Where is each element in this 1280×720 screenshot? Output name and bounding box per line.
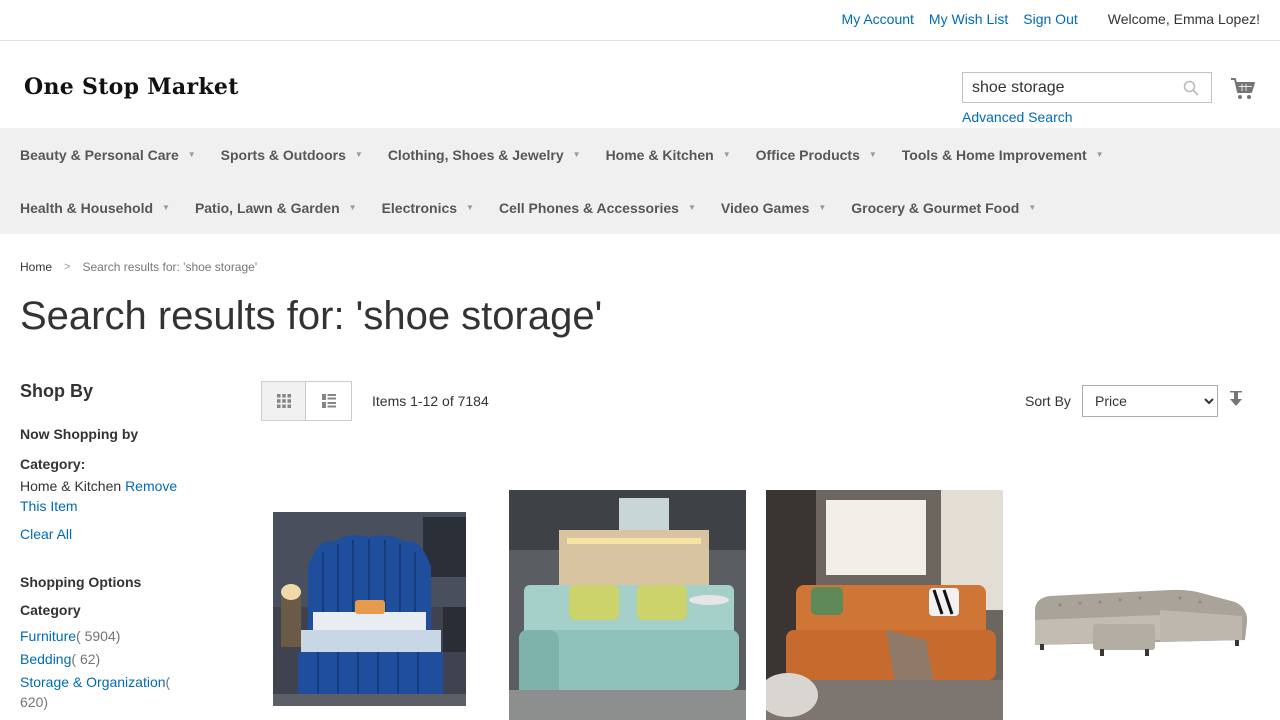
- active-filter: Home & Kitchen Remove This Item: [20, 476, 195, 516]
- nav-item-clothing[interactable]: Clothing, Shoes & Jewelry ▼: [388, 147, 581, 163]
- nav-item-label: Cell Phones & Accessories: [498, 199, 679, 216]
- caret-down-icon: ▼: [572, 150, 581, 159]
- chevron-right-icon: >: [64, 261, 71, 273]
- now-shopping-heading: Now Shopping by: [20, 426, 139, 442]
- caret-down-icon: ▼: [162, 203, 170, 212]
- items-count: Items 1-12 of 7184: [372, 393, 489, 409]
- page-title: Search results for: 'shoe storage': [20, 294, 603, 338]
- top-header-bar: My Account My Wish List Sign Out Welcome…: [0, 0, 1280, 41]
- product-image-orange-sofa[interactable]: [766, 490, 1003, 720]
- product-image-blue-bed[interactable]: [273, 512, 466, 706]
- category-storage-link[interactable]: Storage & Organization: [20, 674, 166, 690]
- sort-by-label: Sort By: [1025, 393, 1071, 409]
- nav-row-1: Beauty & Personal Care ▼ Sports & Outdoor…: [20, 128, 1280, 181]
- sign-out-link[interactable]: Sign Out: [1023, 11, 1077, 27]
- nav-item-patio[interactable]: Patio, Lawn & Garden ▼: [195, 200, 357, 216]
- orange-sofa-photo: [766, 490, 1003, 720]
- sort-by-select[interactable]: Price: [1082, 385, 1218, 417]
- breadcrumb-home-link[interactable]: Home: [20, 260, 52, 274]
- caret-down-icon: ▼: [868, 150, 877, 159]
- advanced-search-link[interactable]: Advanced Search: [962, 109, 1073, 125]
- nav-item-label: Health & Household: [20, 199, 154, 216]
- nav-item-beauty[interactable]: Beauty & Personal Care ▼: [20, 147, 196, 163]
- nav-item-cell-phones[interactable]: Cell Phones & Accessories ▼: [499, 200, 696, 216]
- caret-down-icon: ▼: [818, 203, 827, 212]
- caret-down-icon: ▼: [687, 203, 696, 212]
- shop-by-heading: Shop By: [20, 381, 94, 401]
- nav-row-2: Health & Household ▼ Patio, Lawn & Garden…: [20, 181, 1280, 234]
- list-view-button[interactable]: [306, 381, 352, 421]
- category-furniture-link[interactable]: Furniture: [20, 628, 76, 644]
- bed-photo: [273, 512, 466, 706]
- category-count: ( 62): [71, 651, 101, 667]
- wish-list-link[interactable]: My Wish List: [929, 11, 1008, 27]
- shopping-options-heading: Shopping Options: [20, 574, 142, 590]
- nav-item-label: Clothing, Shoes & Jewelry: [387, 146, 564, 163]
- breadcrumb-current: Search results for: 'shoe storage': [82, 260, 258, 274]
- my-account-link[interactable]: My Account: [842, 11, 914, 27]
- store-logo[interactable]: One Stop Market: [24, 74, 239, 100]
- nav-item-grocery[interactable]: Grocery & Gourmet Food ▼: [851, 200, 1036, 216]
- site-header: One Stop Market Advanced Search: [0, 41, 1280, 128]
- nav-item-label: Home & Kitchen: [605, 146, 714, 163]
- nav-item-label: Grocery & Gourmet Food: [851, 199, 1020, 216]
- nav-item-label: Sports & Outdoors: [220, 146, 346, 163]
- search-input[interactable]: [963, 73, 1173, 102]
- nav-item-label: Electronics: [381, 199, 458, 216]
- grid-icon: [276, 394, 291, 408]
- nav-item-label: Office Products: [755, 146, 860, 163]
- caret-down-icon: ▼: [354, 150, 363, 159]
- sofa-bed-photo: [509, 490, 746, 720]
- nav-item-sports[interactable]: Sports & Outdoors ▼: [221, 147, 363, 163]
- caret-down-icon: ▼: [348, 203, 357, 212]
- view-mode-switcher: [261, 381, 352, 421]
- active-filter-value: Home & Kitchen: [20, 478, 122, 494]
- caret-down-icon: ▼: [187, 150, 196, 159]
- nav-item-office[interactable]: Office Products ▼: [756, 147, 877, 163]
- nav-item-tools[interactable]: Tools & Home Improvement ▼: [902, 147, 1104, 163]
- search-box: [962, 72, 1212, 103]
- clear-all-link[interactable]: Clear All: [20, 526, 220, 542]
- caret-down-icon: ▼: [1095, 150, 1104, 159]
- nav-item-label: Tools & Home Improvement: [901, 146, 1087, 163]
- nav-item-label: Patio, Lawn & Garden: [194, 199, 340, 216]
- category-bedding-link[interactable]: Bedding: [20, 651, 71, 667]
- caret-down-icon: ▼: [466, 203, 474, 212]
- list-icon: [321, 394, 336, 408]
- list-item: Furniture( 5904): [20, 626, 190, 646]
- welcome-message: Welcome, Emma Lopez!: [1107, 11, 1260, 27]
- nav-item-video-games[interactable]: Video Games ▼: [721, 200, 826, 216]
- list-item: Bedding( 62): [20, 649, 190, 669]
- nav-item-health[interactable]: Health & Household ▼: [20, 200, 170, 216]
- category-filter-heading: Category: [20, 602, 81, 618]
- sectional-sofa-photo: [1035, 589, 1248, 656]
- caret-down-icon: ▼: [1028, 203, 1037, 212]
- cart-icon[interactable]: [1230, 77, 1256, 101]
- category-navigation: Beauty & Personal Care ▼ Sports & Outdoor…: [0, 128, 1280, 234]
- breadcrumb: Home > Search results for: 'shoe storage…: [20, 260, 257, 274]
- category-filter-list: Furniture( 5904) Bedding( 62) Storage & …: [20, 626, 190, 712]
- product-image-green-sofa-bed[interactable]: [509, 490, 746, 720]
- nav-item-label: Video Games: [720, 199, 810, 216]
- nav-item-label: Beauty & Personal Care: [20, 146, 179, 163]
- grid-view-button[interactable]: [261, 381, 306, 421]
- caret-down-icon: ▼: [722, 150, 731, 159]
- nav-item-electronics[interactable]: Electronics ▼: [382, 200, 474, 216]
- sort-direction-arrow-icon[interactable]: [1229, 391, 1243, 407]
- header-links: My Account My Wish List Sign Out Welcome…: [827, 11, 1260, 27]
- list-item: Storage & Organization( 620): [20, 672, 190, 712]
- product-image-sectional-sofa[interactable]: [1030, 580, 1252, 670]
- sidebar-filters: Shop By Now Shopping by Category: Home &…: [20, 381, 220, 715]
- active-filter-label: Category:: [20, 456, 86, 472]
- category-count: ( 5904): [76, 628, 121, 644]
- nav-item-home-kitchen[interactable]: Home & Kitchen ▼: [606, 147, 731, 163]
- search-icon[interactable]: [1183, 80, 1199, 96]
